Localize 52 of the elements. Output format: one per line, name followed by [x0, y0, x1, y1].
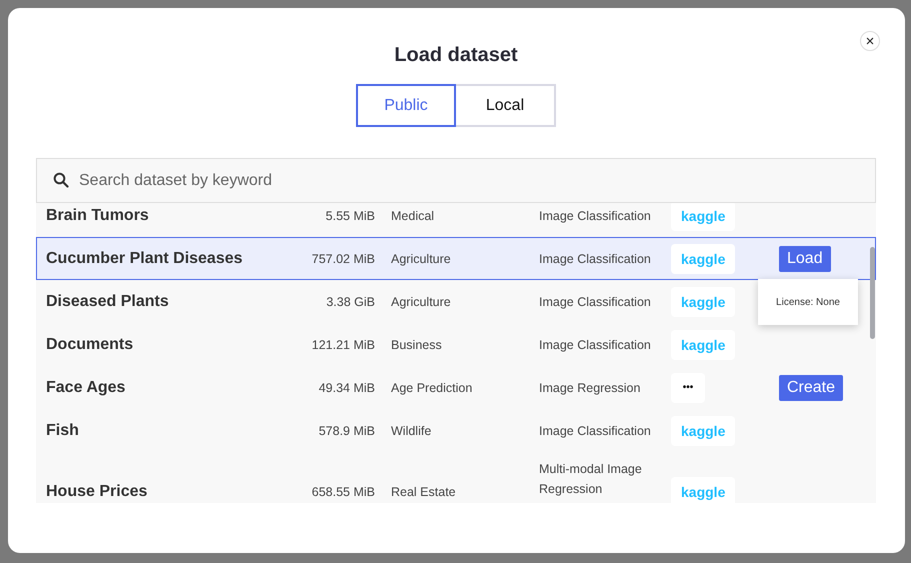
- search-icon: [53, 172, 69, 188]
- dataset-task: Image Regression: [538, 380, 642, 394]
- dataset-category: Agriculture: [390, 252, 452, 266]
- source-logo: kaggle: [671, 286, 736, 316]
- dataset-task: Image Classification: [538, 338, 652, 352]
- dataset-category: Agriculture: [390, 294, 452, 308]
- source-logo: kaggle: [671, 330, 736, 360]
- source-tab[interactable]: Public: [356, 84, 456, 127]
- dataset-category: Business: [390, 338, 443, 352]
- dataset-name: House Prices: [46, 483, 148, 501]
- dataset-task: Image Classification: [538, 208, 652, 222]
- dataset-task: Image Classification: [538, 252, 652, 266]
- dataset-name: Fish: [46, 422, 80, 440]
- dataset-task: Image Classification: [538, 424, 652, 438]
- dataset-size: 658.55 MiB: [310, 485, 375, 499]
- dataset-row[interactable]: Fish 578.9 MiB Wildlife Image Classification kaggle: [36, 409, 751, 452]
- dataset-row[interactable]: Brain Tumors 5.55 MiB Medical Image Classification kaggle: [36, 203, 751, 237]
- dataset-category: Medical: [390, 208, 436, 222]
- source-logo: kaggle: [671, 244, 736, 274]
- dialog-title: Load dataset: [394, 44, 518, 67]
- dataset-category: Age Prediction: [390, 380, 474, 394]
- dataset-task: Multi-modal Image Regression: [538, 461, 643, 498]
- dataset-row[interactable]: Diseased Plants 3.38 GiB Agriculture Image Classification kaggle: [36, 280, 751, 323]
- dataset-size: 49.34 MiB: [318, 380, 375, 394]
- search-field[interactable]: Search dataset by keyword: [36, 158, 876, 203]
- dataset-name: Brain Tumors: [46, 206, 150, 224]
- license-tooltip: License: None: [758, 279, 858, 325]
- dataset-size: 5.55 MiB: [324, 208, 375, 222]
- source-logo: kaggle: [671, 477, 736, 503]
- dataset-size: 578.9 MiB: [318, 424, 375, 438]
- scrollbar-thumb[interactable]: [870, 247, 875, 339]
- dataset-name: Documents: [46, 336, 134, 354]
- dataset-action-button[interactable]: Create: [779, 374, 844, 400]
- dataset-category: Real Estate: [390, 485, 457, 499]
- dataset-size: 121.21 MiB: [310, 338, 375, 352]
- close-button[interactable]: ×: [860, 31, 880, 51]
- dataset-row[interactable]: Documents 121.21 MiB Business Image Classification kaggle: [36, 323, 751, 366]
- more-badge: •••: [671, 372, 705, 402]
- dataset-name: Face Ages: [46, 378, 126, 396]
- dataset-row[interactable]: Face Ages 49.34 MiB Age Prediction Image Regression ••• Create: [36, 366, 876, 409]
- dataset-size: 3.38 GiB: [325, 294, 375, 308]
- dataset-category: Wildlife: [390, 424, 432, 438]
- dataset-row[interactable]: House Prices 658.55 MiB Real Estate Multi-modal Image Regression kaggle: [36, 452, 751, 503]
- source-logo: kaggle: [671, 416, 736, 446]
- dataset-row[interactable]: Cucumber Plant Diseases 757.02 MiB Agriculture Image Classification kaggle Load: [36, 237, 876, 280]
- source-logo: kaggle: [671, 203, 736, 230]
- dataset-action-button[interactable]: Load: [779, 246, 831, 272]
- dataset-name: Diseased Plants: [46, 292, 170, 310]
- source-tab[interactable]: Local: [456, 84, 556, 127]
- dataset-task: Image Classification: [538, 294, 652, 308]
- dataset-name: Cucumber Plant Diseases: [46, 250, 244, 268]
- dataset-size: 757.02 MiB: [310, 252, 375, 266]
